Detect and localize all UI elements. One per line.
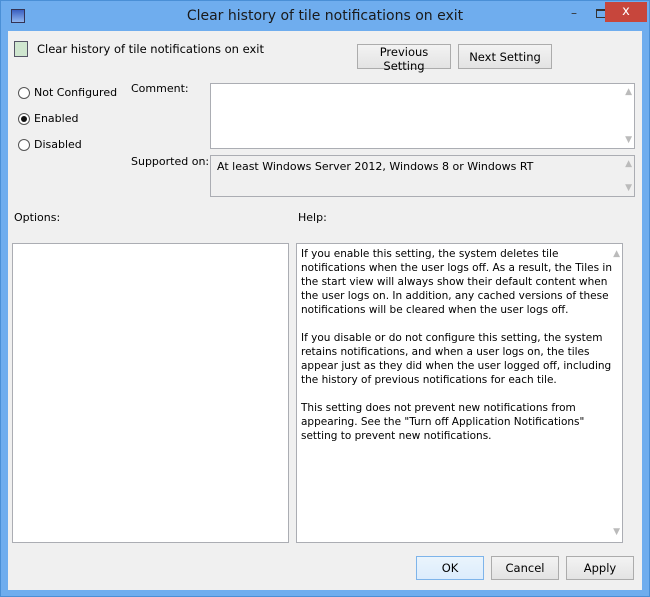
window-title: Clear history of tile notifications on e…: [186, 8, 464, 24]
ok-button[interactable]: OK: [416, 556, 484, 580]
scroll-down-icon[interactable]: ▼: [625, 135, 632, 145]
radio-enabled[interactable]: Enabled: [18, 112, 78, 125]
radio-circle: [18, 112, 30, 125]
supported-on-value: At least Windows Server 2012, Windows 8 …: [217, 160, 534, 173]
radio-label: Enabled: [34, 112, 79, 125]
scroll-up-icon[interactable]: ▲: [613, 247, 620, 261]
help-panel: If you enable this setting, the system d…: [296, 243, 623, 543]
help-paragraph: This setting does not prevent new notifi…: [301, 402, 585, 442]
close-button[interactable]: x: [605, 2, 647, 22]
radio-not-configured[interactable]: Not Configured: [18, 86, 117, 99]
help-label: Help:: [298, 211, 327, 224]
radio-circle: [18, 138, 30, 151]
comment-input[interactable]: ▲ ▼: [210, 83, 635, 149]
scroll-up-icon[interactable]: ▲: [625, 87, 632, 97]
scroll-down-icon[interactable]: ▼: [625, 183, 632, 193]
help-paragraph: If you disable or do not configure this …: [301, 332, 612, 386]
apply-button[interactable]: Apply: [566, 556, 634, 580]
supported-on-label: Supported on:: [131, 155, 210, 168]
policy-dialog: Clear history of tile notifications on e…: [0, 0, 650, 597]
supported-on-field: At least Windows Server 2012, Windows 8 …: [210, 155, 635, 197]
dialog-body: Clear history of tile notifications on e…: [8, 31, 642, 590]
previous-setting-button[interactable]: Previous Setting: [357, 44, 451, 73]
options-label: Options:: [14, 211, 61, 224]
options-panel: [12, 243, 289, 543]
scroll-down-icon[interactable]: ▼: [613, 525, 620, 539]
cancel-button[interactable]: Cancel: [491, 556, 559, 580]
minimize-button[interactable]: –: [564, 6, 584, 24]
radio-label: Not Configured: [34, 86, 118, 99]
radio-disabled[interactable]: Disabled: [18, 138, 82, 151]
radio-circle: [18, 86, 30, 99]
help-paragraph: If you enable this setting, the system d…: [301, 248, 612, 316]
comment-label: Comment:: [131, 82, 189, 95]
policy-icon: [14, 41, 28, 57]
policy-name: Clear history of tile notifications on e…: [37, 42, 264, 56]
radio-label: Disabled: [34, 138, 82, 151]
next-setting-button[interactable]: Next Setting: [458, 44, 552, 69]
scroll-up-icon[interactable]: ▲: [625, 159, 632, 169]
